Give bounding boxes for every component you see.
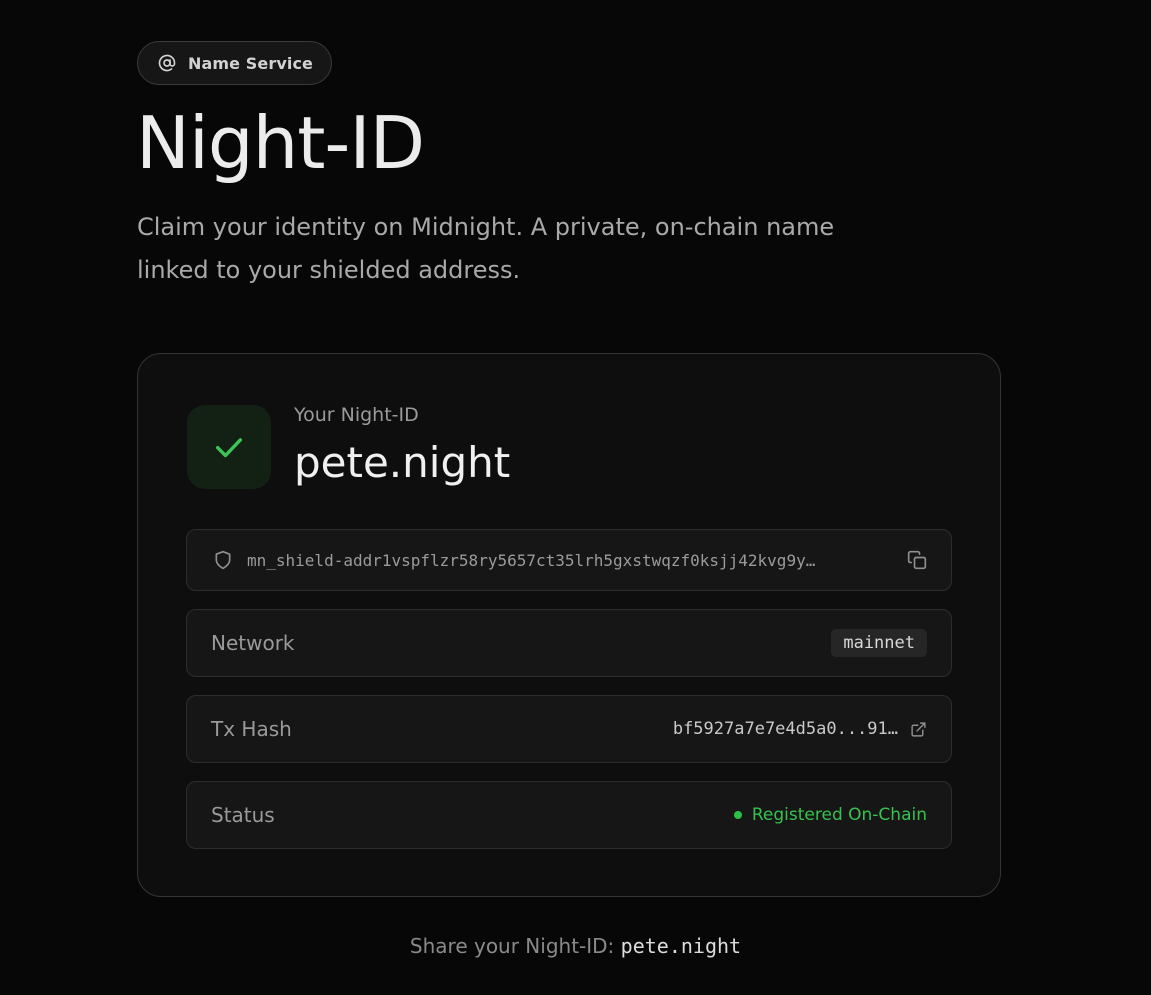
- night-id-card: Your Night-ID pete.night mn_shield-addr1…: [137, 353, 1001, 897]
- network-badge: mainnet: [831, 629, 927, 657]
- name-service-badge: Name Service: [137, 41, 332, 85]
- network-row: Network mainnet: [186, 609, 952, 677]
- shield-icon: [213, 550, 233, 570]
- page: Name Service Night-ID Claim your identit…: [0, 0, 1151, 995]
- shielded-address: mn_shield-addr1vspflzr58ry5657ct35lrh5gx…: [247, 550, 816, 570]
- share-prefix: Share your Night-ID:: [409, 934, 615, 958]
- network-label: Network: [211, 631, 295, 655]
- night-id-name: pete.night: [294, 438, 511, 487]
- status-row: Status Registered On-Chain: [186, 781, 952, 849]
- status-indicator: Registered On-Chain: [733, 805, 927, 825]
- external-link-icon[interactable]: [910, 721, 927, 738]
- check-icon: [212, 430, 246, 464]
- status-label: Status: [211, 803, 275, 827]
- share-name: pete.night: [620, 934, 742, 958]
- night-id-label: Your Night-ID: [294, 404, 419, 426]
- status-dot-icon: [733, 811, 742, 819]
- badge-label: Name Service: [188, 53, 313, 73]
- copy-icon[interactable]: [907, 550, 927, 570]
- shielded-address-row: mn_shield-addr1vspflzr58ry5657ct35lrh5gx…: [186, 529, 952, 591]
- check-badge: [187, 405, 271, 489]
- page-subtitle: Claim your identity on Midnight. A priva…: [137, 213, 835, 284]
- status-value: Registered On-Chain: [751, 805, 927, 825]
- tx-hash-value[interactable]: bf5927a7e7e4d5a0...91…: [673, 719, 898, 739]
- tx-hash-row: Tx Hash bf5927a7e7e4d5a0...91…: [186, 695, 952, 763]
- tx-hash-label: Tx Hash: [211, 717, 292, 741]
- at-sign-icon: [158, 54, 176, 72]
- page-title: Night-ID: [136, 101, 425, 185]
- share-line: Share your Night-ID: pete.night: [0, 934, 1151, 958]
